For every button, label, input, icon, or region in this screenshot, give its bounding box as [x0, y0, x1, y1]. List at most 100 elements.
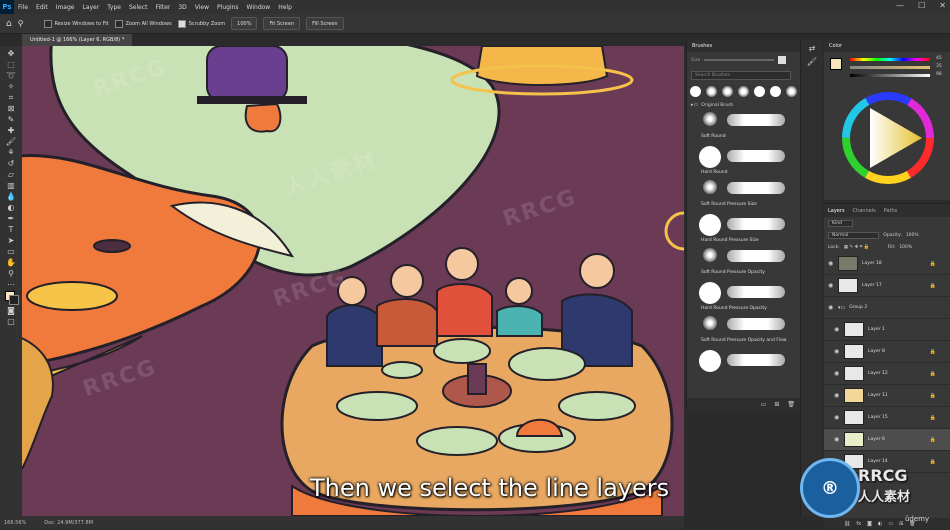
search-brushes-input[interactable]: Search Brushes [691, 70, 791, 80]
recent-brush[interactable] [754, 85, 765, 97]
brushes-title[interactable]: Brushes [692, 43, 712, 49]
new-brush-icon[interactable]: ⊞ [774, 401, 779, 408]
hue-value[interactable]: 45 [936, 56, 942, 61]
brush-tool-icon[interactable]: 🖌 [5, 137, 17, 147]
menu-image[interactable]: Image [52, 4, 79, 11]
layer-row[interactable]: ◉ Layer 8 🔒 [824, 341, 950, 363]
layer-name[interactable]: Layer 17 [862, 283, 882, 288]
color-wheel[interactable] [838, 84, 938, 192]
recent-brush[interactable] [770, 85, 781, 97]
brush-item[interactable]: Soft Round [687, 110, 801, 144]
resize-windows-checkbox[interactable]: Resize Windows to Fit [43, 19, 109, 28]
new-layer-icon[interactable]: ⊞ [899, 521, 903, 527]
layer-name[interactable]: Layer 14 [868, 459, 888, 464]
layer-row[interactable]: ◉ Layer 18 🔒 [824, 253, 950, 275]
eraser-tool-icon[interactable]: ▱ [5, 170, 17, 180]
brush-settings-icon[interactable] [778, 56, 787, 64]
new-group-icon[interactable]: ▭ [888, 521, 893, 527]
path-selection-tool-icon[interactable]: ➤ [5, 236, 17, 246]
clone-stamp-tool-icon[interactable]: ⚘ [5, 148, 17, 158]
brightness-value[interactable]: 98 [936, 72, 942, 77]
crop-tool-icon[interactable]: ⌗ [5, 93, 17, 103]
fx-icon[interactable]: fx [856, 521, 861, 527]
opacity-value[interactable]: 100% [906, 233, 919, 238]
fit-screen-button[interactable]: Fit Screen [263, 17, 301, 30]
home-icon[interactable]: ⌂ [6, 19, 12, 29]
fill-value[interactable]: 100% [899, 245, 912, 250]
menu-help[interactable]: Help [274, 4, 296, 11]
move-tool-icon[interactable]: ✥ [5, 49, 17, 59]
layer-name[interactable]: Layer 11 [868, 393, 888, 398]
layer-name[interactable]: Layer 6 [868, 437, 885, 442]
foreground-color-swatch[interactable] [830, 58, 842, 70]
maximize-button[interactable]: ☐ [918, 1, 925, 10]
brightness-slider[interactable] [850, 74, 930, 77]
quick-mask-icon[interactable]: ◙ [5, 306, 17, 316]
recent-brush[interactable] [738, 85, 749, 97]
layer-name[interactable]: Layer 18 [862, 261, 882, 266]
tab-paths[interactable]: Paths [884, 208, 898, 214]
gradient-tool-icon[interactable]: ▥ [5, 181, 17, 191]
menu-file[interactable]: File [14, 4, 32, 11]
brush-item[interactable]: Hard Round Pressure Size [687, 212, 801, 246]
layer-name[interactable]: Layer 12 [868, 371, 888, 376]
lock-icons[interactable]: ▦ ✎ ✥ ⌗ 🔒 [844, 244, 884, 250]
menu-3d[interactable]: 3D [174, 4, 190, 11]
brush-item[interactable]: Hard Round Pressure Opacity [687, 280, 801, 314]
type-tool-icon[interactable]: T [5, 225, 17, 235]
layer-row[interactable]: ◉ Layer 12 🔒 [824, 363, 950, 385]
blur-tool-icon[interactable]: 💧 [5, 192, 17, 202]
hue-slider[interactable] [850, 58, 930, 61]
layer-row-selected[interactable]: ◉ Layer 6 🔒 [824, 429, 950, 451]
layer-name[interactable]: Layer 8 [868, 349, 885, 354]
layer-row[interactable]: ◉ Layer 11 🔒 [824, 385, 950, 407]
zoom-100-button[interactable]: 100% [231, 17, 258, 30]
zoom-level[interactable]: 166.56% [4, 520, 26, 526]
zoom-tool-icon[interactable]: ⚲ [5, 269, 17, 279]
add-mask-icon[interactable]: ◙ [867, 521, 872, 527]
marquee-tool-icon[interactable]: ⬚ [5, 60, 17, 70]
recent-brush[interactable] [722, 85, 733, 97]
magic-wand-tool-icon[interactable]: ✧ [5, 82, 17, 92]
layer-row[interactable]: ◉ Layer 1 [824, 319, 950, 341]
healing-tool-icon[interactable]: ✚ [5, 126, 17, 136]
layer-row[interactable]: ◉ Layer 15 🔒 [824, 407, 950, 429]
more-tools-icon[interactable]: ⋯ [5, 280, 17, 290]
visibility-eye-icon[interactable]: ◉ [828, 282, 834, 289]
screen-mode-icon[interactable]: ▢ [5, 317, 17, 327]
saturation-value[interactable]: 35 [936, 64, 942, 69]
scrubby-zoom-checkbox[interactable]: Scrubby Zoom [177, 19, 225, 28]
layer-group-row[interactable]: ◉ ▾▭ Group 2 [824, 297, 950, 319]
canvas[interactable]: RRCG 人人素材 RRCG RRCG RRCG [22, 46, 684, 516]
recent-brush[interactable] [706, 85, 717, 97]
kind-filter[interactable]: Kind [828, 219, 853, 227]
shape-tool-icon[interactable]: ▭ [5, 247, 17, 257]
layer-name[interactable]: Layer 1 [868, 327, 885, 332]
visibility-eye-icon[interactable]: ◉ [834, 392, 840, 399]
visibility-eye-icon[interactable]: ◉ [834, 348, 840, 355]
document-tab[interactable]: Untitled-1 @ 166% (Layer 6, RGB/8) * [22, 34, 133, 46]
eyedropper-tool-icon[interactable]: ✎ [5, 115, 17, 125]
brush-item[interactable]: Soft Round Pressure Opacity [687, 246, 801, 280]
adjustment-layer-icon[interactable]: ◐ [878, 521, 882, 527]
fill-screen-button[interactable]: Fill Screen [306, 17, 344, 30]
dodge-tool-icon[interactable]: ◐ [5, 203, 17, 213]
visibility-eye-icon[interactable]: ◉ [828, 304, 834, 311]
brush-group-row[interactable]: ▸▭ Original Brush [687, 100, 801, 110]
pen-tool-icon[interactable]: ✒ [5, 214, 17, 224]
brush-item[interactable]: Hard Round [687, 144, 801, 178]
menu-window[interactable]: Window [243, 4, 275, 11]
menu-view[interactable]: View [191, 4, 213, 11]
new-group-icon[interactable]: ▭ [761, 401, 767, 408]
menu-edit[interactable]: Edit [32, 4, 52, 11]
recent-brush[interactable] [690, 85, 701, 97]
brush-panel-icon[interactable]: 🖌 [801, 57, 823, 66]
visibility-eye-icon[interactable]: ◉ [834, 414, 840, 421]
recent-brush[interactable] [786, 85, 797, 97]
zoom-all-checkbox[interactable]: Zoom All Windows [114, 19, 172, 28]
lasso-tool-icon[interactable]: ➰ [5, 71, 17, 81]
brush-item[interactable]: Soft Round Pressure Opacity and Flow [687, 314, 801, 348]
brush-item[interactable]: Soft Round Pressure Size [687, 178, 801, 212]
brush-item[interactable] [687, 348, 801, 382]
close-button[interactable]: ✕ [939, 1, 946, 10]
